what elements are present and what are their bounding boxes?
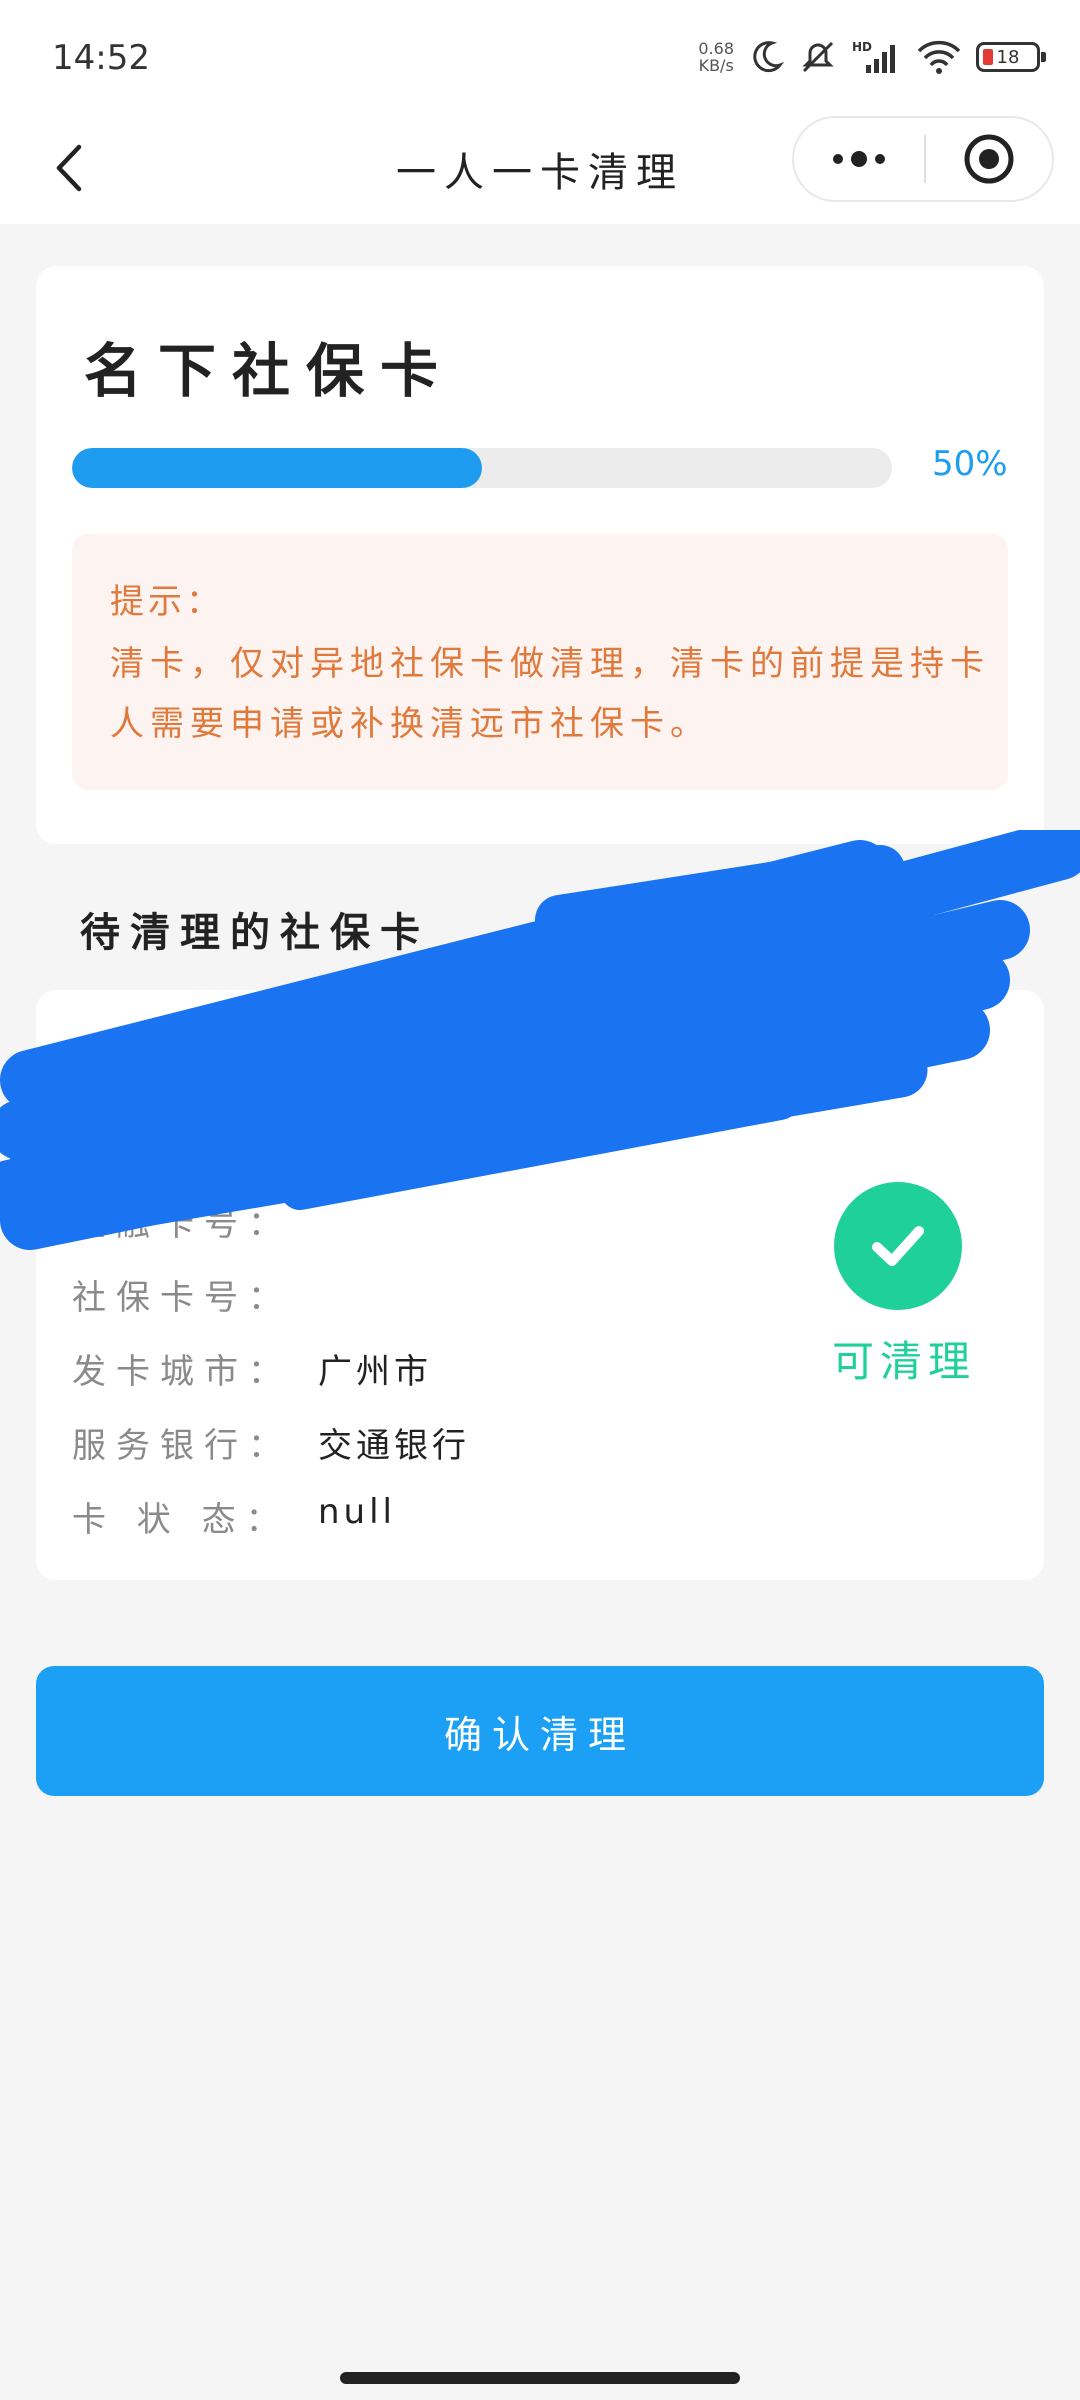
target-icon xyxy=(964,134,1014,184)
check-icon xyxy=(834,1182,962,1310)
card-summary: 名下社保卡 50% 提示： 清卡，仅对异地社保卡做清理，清卡的前提是持卡人需要申… xyxy=(36,266,1044,844)
net-speed: 0.68 KB/s xyxy=(698,40,734,74)
row-issuing-city: 发卡城市： 广州市 xyxy=(72,1344,432,1393)
status-bar: 14:52 0.68 KB/s HD 18 xyxy=(0,0,1080,112)
status-time: 14:52 xyxy=(52,38,150,78)
progress-percent: 50% xyxy=(932,444,1008,484)
tip-box: 提示： 清卡，仅对异地社保卡做清理，清卡的前提是持卡人需要申请或补换清远市社保卡… xyxy=(72,534,1008,790)
row-social-card-no: 社保卡号： xyxy=(72,1270,318,1319)
svg-text:HD: HD xyxy=(852,40,872,54)
row-service-bank: 服务银行： 交通银行 xyxy=(72,1418,470,1467)
tip-text: 清卡，仅对异地社保卡做清理，清卡的前提是持卡人需要申请或补换清远市社保卡。 xyxy=(110,644,990,744)
mute-icon xyxy=(802,41,834,73)
card-pending: 金融卡号： 社保卡号： 发卡城市： 广州市 服务银行： 交通银行 卡 状 态： … xyxy=(36,990,1044,1580)
row-label: 服务银行： xyxy=(72,1426,292,1466)
section-title: 待清理的社保卡 xyxy=(80,910,430,956)
more-dot-icon xyxy=(875,154,885,164)
row-label: 卡 状 态： xyxy=(72,1500,290,1540)
row-label: 金融卡号： xyxy=(72,1204,292,1244)
close-miniapp-button[interactable] xyxy=(926,133,1052,185)
progress-fill xyxy=(72,448,482,488)
row-label: 社保卡号： xyxy=(72,1278,292,1318)
row-card-status: 卡 状 态： null xyxy=(72,1492,396,1541)
card-title: 名下社保卡 xyxy=(84,337,455,405)
more-button[interactable] xyxy=(794,151,924,167)
more-dot-icon xyxy=(851,151,867,167)
row-label: 发卡城市： xyxy=(72,1352,292,1392)
checkmark-icon xyxy=(872,1226,924,1266)
row-value: null xyxy=(318,1492,396,1532)
signal-icon: HD xyxy=(852,40,895,73)
nav-bar: 一人一卡清理 xyxy=(0,112,1080,224)
moon-icon xyxy=(753,41,784,73)
clean-status-label: 可清理 xyxy=(832,1337,977,1386)
net-speed-value: 0.68 xyxy=(698,39,734,58)
battery-level: 18 xyxy=(996,46,1020,68)
tip-label: 提示： xyxy=(110,582,224,622)
progress-bar xyxy=(72,448,892,488)
home-indicator[interactable] xyxy=(340,2372,740,2384)
row-value: 交通银行 xyxy=(318,1426,470,1466)
net-speed-unit: KB/s xyxy=(698,56,734,75)
wifi-icon xyxy=(917,40,961,74)
miniapp-capsule xyxy=(792,116,1054,202)
row-financial-card-no: 金融卡号： xyxy=(72,1196,318,1245)
battery-icon: 18 xyxy=(976,42,1046,72)
status-icons: 0.68 KB/s HD 18 xyxy=(698,32,1046,82)
row-value: 广州市 xyxy=(318,1352,432,1392)
more-dot-icon xyxy=(833,154,843,164)
confirm-clean-button[interactable]: 确认清理 xyxy=(36,1666,1044,1796)
